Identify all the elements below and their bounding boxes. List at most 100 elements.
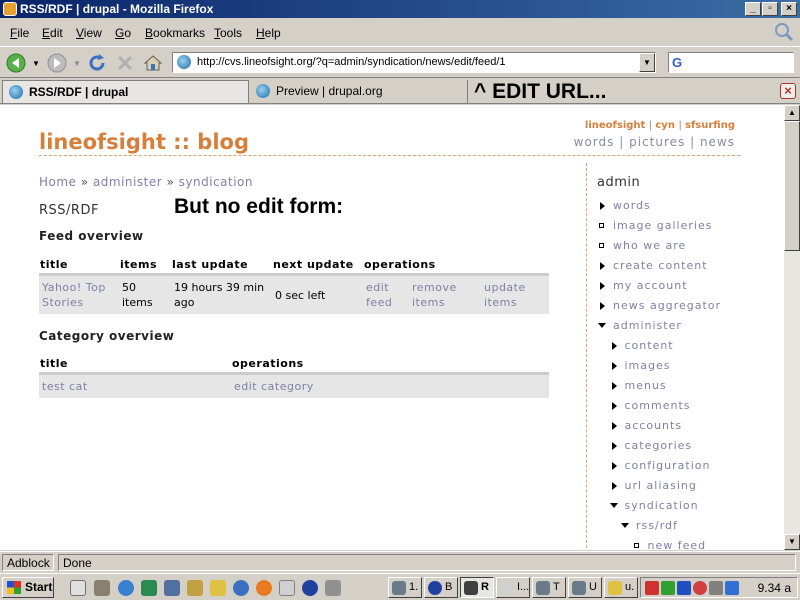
sidebar-item-label: accounts: [624, 419, 683, 432]
taskbar-button-t[interactable]: T: [532, 577, 566, 598]
reload-icon[interactable]: [87, 53, 107, 73]
menu-bookmarks[interactable]: Bookmarks: [145, 26, 205, 40]
window-titlebar: RSS/RDF | drupal - Mozilla Firefox _ ▫ ×: [0, 0, 800, 18]
category-overview-heading: Category overview: [39, 329, 175, 343]
taskbar-button-b[interactable]: B: [424, 577, 458, 598]
task-icon: [428, 581, 442, 595]
menu-view[interactable]: View: [76, 26, 102, 40]
tray-display-icon[interactable]: [677, 581, 691, 595]
remove-items-link[interactable]: remove items: [412, 281, 457, 309]
link-cyn[interactable]: cyn: [655, 120, 675, 131]
quicklaunch-tool-icon[interactable]: [187, 580, 203, 596]
vertical-scrollbar[interactable]: ▲ ▼: [784, 105, 800, 550]
url-dropdown-icon[interactable]: ▼: [639, 53, 655, 72]
back-dropdown-icon[interactable]: ▼: [32, 59, 40, 68]
forward-dropdown-icon[interactable]: ▼: [73, 59, 81, 68]
quicklaunch-mail-icon[interactable]: [279, 580, 295, 596]
breadcrumb-syndication[interactable]: syndication: [179, 175, 253, 189]
close-button[interactable]: ×: [781, 2, 797, 16]
quicklaunch-globe-icon[interactable]: [302, 580, 318, 596]
forward-icon[interactable]: [47, 53, 67, 73]
sidebar-item-label: url aliasing: [624, 479, 697, 492]
collapsed-arrow-icon: [611, 402, 617, 410]
adblock-status[interactable]: Adblock: [2, 554, 54, 571]
tray-app-icon[interactable]: [661, 581, 675, 595]
url-bar[interactable]: http://cvs.lineofsight.org/?q=admin/synd…: [172, 52, 656, 73]
taskbar-button-i[interactable]: I...: [496, 577, 530, 598]
tray-network-icon[interactable]: [645, 581, 659, 595]
site-title[interactable]: lineofsight :: blog: [39, 130, 249, 154]
sidebar-divider: [586, 163, 587, 550]
back-icon[interactable]: [6, 53, 26, 73]
navigation-toolbar: ▼ ▼ http://cvs.lineofsight.org/?q=admin/…: [0, 46, 800, 78]
sidebar-item-label: new feed: [647, 539, 707, 550]
annotation-no-edit-form: But no edit form:: [174, 195, 344, 218]
close-tab-icon[interactable]: ×: [780, 83, 796, 99]
scroll-up-icon[interactable]: ▲: [784, 105, 800, 121]
sidebar-item-label: my account: [613, 279, 688, 292]
breadcrumb-administer[interactable]: administer: [93, 175, 162, 189]
menu-file[interactable]: File: [10, 26, 29, 40]
window-title: RSS/RDF | drupal - Mozilla Firefox: [20, 2, 214, 16]
quicklaunch-computer-icon[interactable]: [325, 580, 341, 596]
google-search-icon: G: [672, 55, 683, 70]
menu-help[interactable]: Help: [256, 26, 281, 40]
page-title: RSS/RDF: [39, 203, 99, 218]
start-button[interactable]: Start: [2, 577, 54, 598]
quicklaunch-network-icon[interactable]: [164, 580, 180, 596]
scroll-down-icon[interactable]: ▼: [784, 534, 800, 550]
tray-blocked-icon[interactable]: [693, 581, 707, 595]
collapsed-arrow-icon: [611, 362, 617, 370]
breadcrumb-home[interactable]: Home: [39, 175, 76, 189]
tray-bluetooth-icon[interactable]: [725, 581, 739, 595]
edit-category-link[interactable]: edit category: [234, 380, 314, 393]
site-favicon: [177, 55, 191, 69]
status-text: Done: [58, 554, 796, 571]
link-pictures[interactable]: pictures: [629, 135, 685, 149]
task-icon: [572, 581, 586, 595]
quicklaunch-info-icon[interactable]: [233, 580, 249, 596]
expanded-arrow-icon: [598, 323, 606, 328]
quicklaunch-app-icon[interactable]: [94, 580, 110, 596]
quicklaunch-firefox-icon[interactable]: [256, 580, 272, 596]
table-row: test cat edit category: [39, 373, 549, 398]
task-icon: [500, 581, 514, 595]
edit-feed-link[interactable]: edit feed: [366, 281, 392, 309]
home-icon[interactable]: [143, 53, 163, 73]
scroll-thumb[interactable]: [784, 121, 800, 251]
category-table: title operations test cat edit category: [39, 357, 549, 398]
taskbar-button-1[interactable]: 1.: [388, 577, 422, 598]
feed-next-update: 0 sec left: [272, 274, 363, 314]
update-items-link[interactable]: update items: [484, 281, 526, 309]
maximize-button[interactable]: ▫: [762, 2, 778, 16]
link-sfsurfing[interactable]: sfsurfing: [685, 120, 735, 131]
link-words[interactable]: words: [574, 135, 615, 149]
quicklaunch-desktop-icon[interactable]: [70, 580, 86, 596]
minimize-button[interactable]: _: [745, 2, 761, 16]
col-items: items: [119, 258, 171, 276]
search-input[interactable]: G: [668, 52, 794, 73]
taskbar-button-u[interactable]: U: [568, 577, 602, 598]
tray-volume-icon[interactable]: [709, 581, 723, 595]
taskbar-button-r[interactable]: R: [460, 577, 494, 598]
task-icon: [536, 581, 550, 595]
link-lineofsight[interactable]: lineofsight: [585, 120, 645, 131]
taskbar-button-u2[interactable]: u.: [604, 577, 638, 598]
stop-icon[interactable]: [115, 53, 135, 73]
menu-bar: File Edit View Go Bookmarks Tools Help: [0, 22, 800, 44]
sidebar-item-label: menus: [624, 379, 667, 392]
quicklaunch-ie-icon[interactable]: [118, 580, 134, 596]
tab-rss-rdf[interactable]: RSS/RDF | drupal: [2, 80, 249, 103]
category-title-link[interactable]: test cat: [42, 380, 88, 393]
quicklaunch-pencil-icon[interactable]: [210, 580, 226, 596]
tab-preview[interactable]: Preview | drupal.org: [250, 80, 468, 103]
collapsed-arrow-icon: [600, 262, 605, 270]
menu-tools[interactable]: Tools: [214, 26, 242, 40]
collapsed-arrow-icon: [600, 302, 605, 310]
url-text: http://cvs.lineofsight.org/?q=admin/synd…: [197, 56, 506, 68]
link-news[interactable]: news: [700, 135, 735, 149]
menu-edit[interactable]: Edit: [42, 26, 63, 40]
quicklaunch-excel-icon[interactable]: [141, 580, 157, 596]
feed-title-link[interactable]: Yahoo! Top Stories: [42, 281, 106, 309]
menu-go[interactable]: Go: [115, 26, 131, 40]
